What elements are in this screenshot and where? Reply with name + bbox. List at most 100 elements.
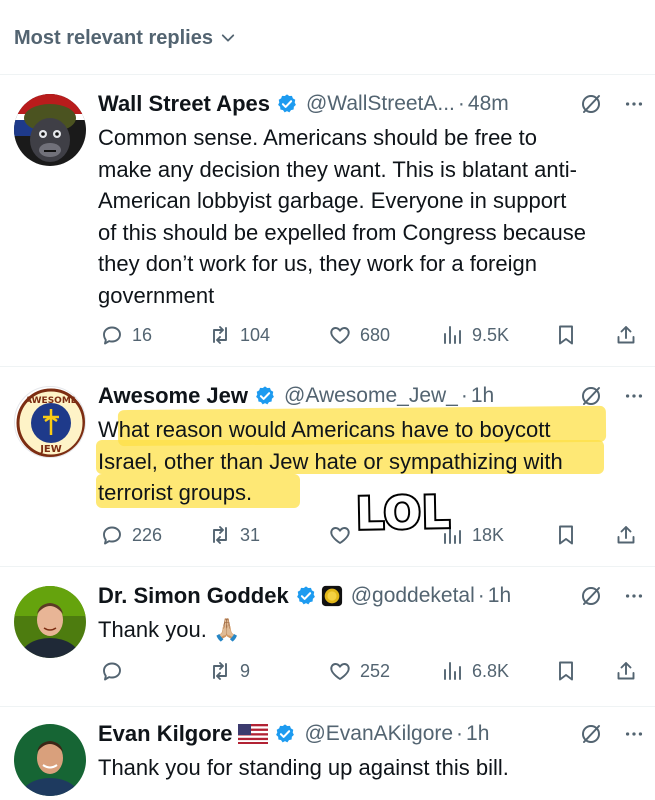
heart-icon [330, 663, 350, 680]
user-handle[interactable]: @Awesome_Jew_ [284, 384, 458, 408]
chevron-down-icon [221, 34, 235, 42]
reply-icon [103, 326, 121, 345]
grok-icon[interactable] [579, 384, 603, 408]
sort-label: Most relevant replies [14, 26, 213, 49]
share-button[interactable] [614, 320, 638, 350]
svg-text:AWESOME: AWESOME [25, 396, 77, 406]
separator-dot: · [477, 584, 485, 607]
reply-text: Thank you for standing up against this b… [98, 752, 645, 784]
views-button[interactable]: 9.5K [440, 320, 509, 350]
grok-icon[interactable] [579, 92, 603, 116]
share-button[interactable] [614, 656, 638, 686]
view-count: 18K [472, 524, 505, 545]
text-line: government [98, 282, 215, 308]
reply-text: Thank you. 🙏🏼 [98, 614, 645, 646]
verified-badge-icon [278, 94, 296, 113]
bookmark-button[interactable] [554, 320, 578, 350]
text-line: Common sense. Americans should be free t… [98, 125, 538, 150]
separator-dot: · [456, 722, 464, 745]
like-button[interactable]: 252 [328, 656, 390, 686]
repost-icon [213, 326, 227, 344]
share-icon [617, 526, 635, 544]
repost-count: 31 [240, 524, 261, 545]
text-line: they don’t work for us, they work for a … [98, 251, 537, 276]
verified-badge-icon [296, 586, 315, 605]
like-count: 680 [360, 324, 391, 345]
analytics-icon [444, 662, 461, 680]
text-line: make any decision they want. This is bla… [98, 156, 577, 182]
analytics-icon [444, 326, 461, 344]
avatar[interactable]: AWESOME JEW [14, 386, 86, 458]
share-icon [617, 326, 635, 344]
repost-icon [213, 526, 227, 544]
like-button[interactable]: 680 [328, 320, 390, 350]
reply-count: 16 [132, 324, 153, 345]
bookmark-icon [559, 525, 573, 545]
divider [0, 706, 655, 707]
timestamp[interactable]: 1h [471, 384, 494, 408]
heart-icon [330, 527, 350, 544]
divider [0, 566, 655, 567]
more-options-icon[interactable] [623, 585, 645, 607]
repost-count: 104 [240, 324, 271, 345]
text-line: Thank you. 🙏🏼 [98, 617, 241, 642]
separator-dot: · [460, 384, 468, 407]
reply-text: Common sense. Americans should be free t… [98, 122, 645, 311]
display-name[interactable]: Wall Street Apes [98, 91, 270, 117]
reply-button[interactable] [100, 656, 124, 686]
more-options-icon[interactable] [623, 93, 645, 115]
divider [0, 366, 655, 367]
grok-icon[interactable] [579, 584, 603, 608]
user-handle[interactable]: @EvanAKilgore [304, 722, 453, 746]
view-count: 9.5K [472, 324, 510, 345]
like-button[interactable] [328, 520, 352, 550]
avatar[interactable] [14, 586, 86, 658]
repost-icon [213, 662, 227, 680]
lol-sticker: LOL [354, 485, 454, 542]
text-line: What reason would Americans have to boyc… [98, 417, 551, 442]
timestamp[interactable]: 1h [488, 584, 511, 608]
reply-button[interactable]: 226 [100, 520, 162, 550]
bookmark-button[interactable] [554, 656, 578, 686]
bookmark-button[interactable] [554, 520, 578, 550]
repost-button[interactable]: 31 [208, 520, 260, 550]
text-line: Israel, other than Jew hate or sympathiz… [98, 448, 563, 474]
more-options-icon[interactable] [623, 385, 645, 407]
svg-text:JEW: JEW [39, 444, 62, 455]
reply-icon [103, 662, 121, 681]
bookmark-icon [559, 325, 573, 345]
display-name[interactable]: Evan Kilgore [98, 721, 232, 747]
action-bar: 16 104 680 9.5K [100, 320, 640, 350]
affiliate-badge-icon[interactable] [321, 585, 343, 607]
share-button[interactable] [614, 520, 638, 550]
display-name[interactable]: Dr. Simon Goddek [98, 583, 289, 609]
more-options-icon[interactable] [623, 723, 645, 745]
timestamp[interactable]: 1h [466, 722, 489, 746]
bookmark-icon [559, 661, 573, 681]
reply-button[interactable]: 16 [100, 320, 152, 350]
view-count: 6.8K [472, 660, 510, 681]
avatar[interactable] [14, 94, 86, 166]
share-icon [617, 662, 635, 680]
text-line: Thank you for standing up against this b… [98, 755, 509, 780]
repost-button[interactable]: 104 [208, 320, 270, 350]
text-line: American lobbyist garbage. Everyone in s… [98, 188, 567, 213]
divider [0, 74, 655, 75]
like-count: 252 [360, 660, 391, 681]
user-handle[interactable]: @goddeketal [351, 584, 475, 608]
action-bar: 9 252 6.8K [100, 656, 640, 686]
verified-badge-icon [256, 386, 274, 405]
text-line: of this should be expelled from Congress… [98, 219, 586, 245]
views-button[interactable]: 6.8K [440, 656, 509, 686]
grok-icon[interactable] [579, 722, 603, 746]
us-flag-icon [238, 724, 269, 744]
avatar[interactable] [14, 724, 86, 796]
heart-icon [330, 327, 350, 344]
reply-icon [103, 526, 121, 545]
timestamp[interactable]: 48m [468, 92, 509, 116]
repost-count: 9 [240, 660, 251, 681]
user-handle[interactable]: @WallStreetA... [306, 92, 455, 116]
display-name[interactable]: Awesome Jew [98, 383, 248, 409]
repost-button[interactable]: 9 [208, 656, 250, 686]
sort-replies-dropdown[interactable]: Most relevant replies [14, 24, 237, 52]
